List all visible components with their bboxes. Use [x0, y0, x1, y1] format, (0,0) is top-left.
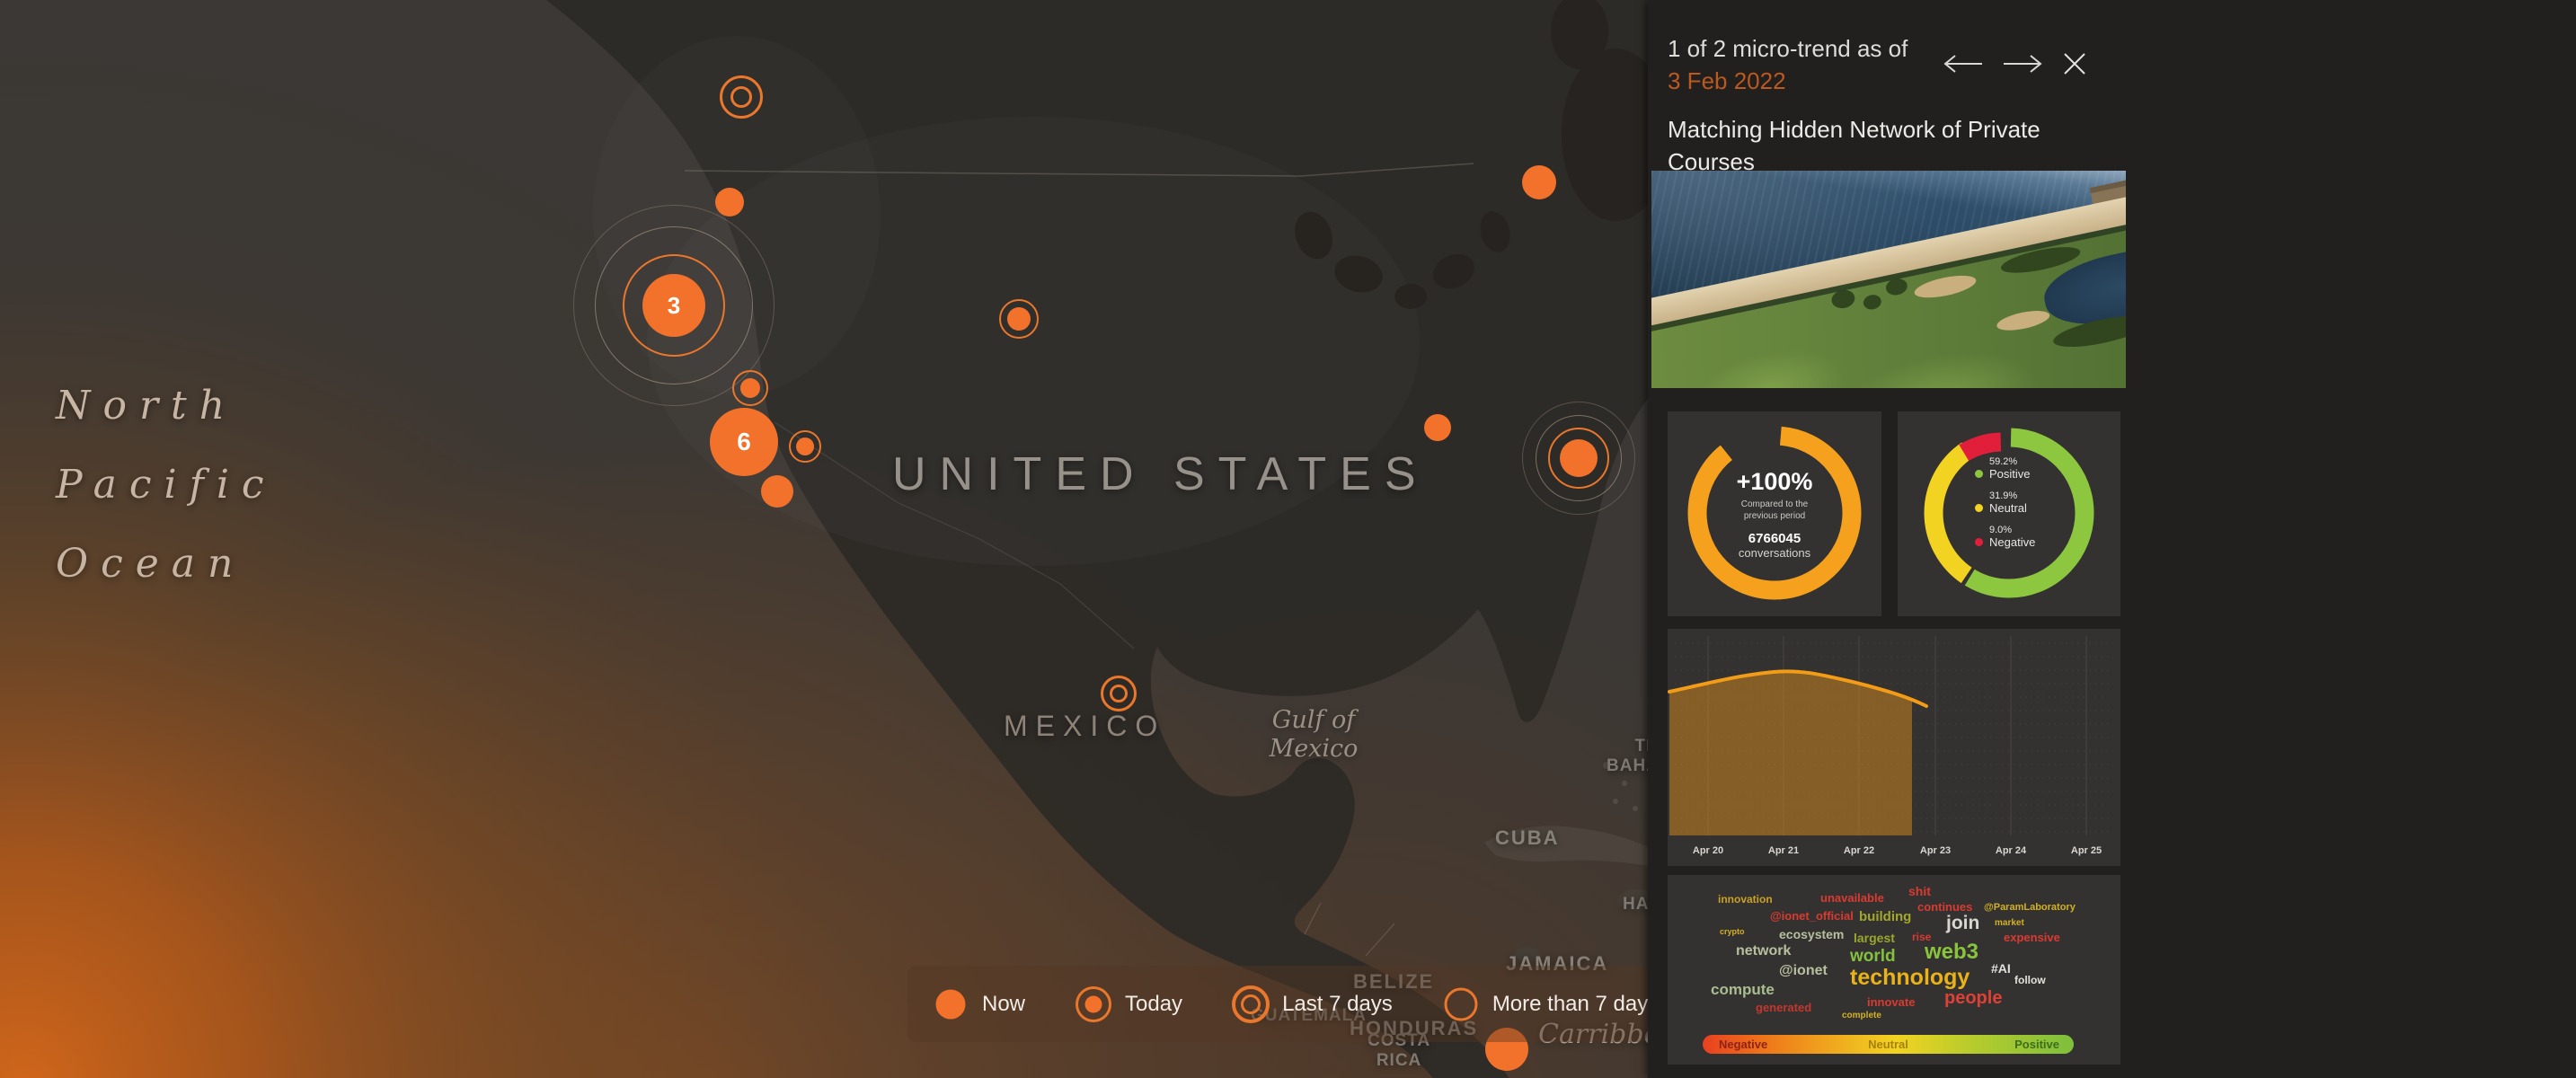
- trend-title: Matching Hidden Network of Private Cours…: [1668, 116, 2040, 175]
- arrow-right-icon: [2004, 55, 2042, 73]
- kpi-center-text: +100% Compared to the previous period 67…: [1668, 411, 1881, 616]
- x-axis-label: Apr 25: [2071, 845, 2102, 856]
- word-cloud-card: innovation unavailable shit continues @Param…: [1668, 875, 2120, 1065]
- scale-positive-label: Positive: [2014, 1038, 2059, 1051]
- legend-item-last7[interactable]: Last 7 days: [1231, 985, 1393, 1024]
- legend-dot-icon: [1975, 504, 1983, 512]
- trend-photo: [1651, 171, 2126, 388]
- prev-trend-button[interactable]: [1943, 53, 1984, 77]
- x-axis-label: Apr 22: [1844, 845, 1874, 856]
- map-art: [0, 0, 1648, 1078]
- cloud-word[interactable]: world: [1850, 947, 1896, 967]
- map-legend: Now Today Last 7 days More than 7 days ago: [907, 966, 1648, 1042]
- sentiment-card: 59.2% Positive 31.9% Neutral 9.0% Negative: [1898, 411, 2120, 616]
- legend-items: Now Today Last 7 days More than 7 days ago: [931, 985, 1648, 1024]
- kpi-caption-2: previous period: [1743, 511, 1806, 521]
- legend-now-icon: [931, 985, 970, 1024]
- cloud-word[interactable]: generated: [1756, 1001, 1811, 1014]
- jamaica-island: [1514, 947, 1541, 961]
- cloud-word[interactable]: building: [1859, 909, 1911, 924]
- trend-chart-card: Apr 20 Apr 21 Apr 22 Apr 23 Apr 24 Apr 25: [1668, 629, 2120, 866]
- pagination-text: 1 of 2 micro-trend as of: [1668, 35, 1908, 62]
- kpi-conversation-count: 6766045: [1748, 531, 1801, 546]
- panel-header: 1 of 2 micro-trend as of 3 Feb 2022: [1668, 32, 1908, 97]
- close-icon: [2064, 53, 2085, 75]
- cloud-word[interactable]: innovate: [1867, 995, 1915, 1009]
- kpi-count-label: conversations: [1738, 546, 1811, 560]
- kpi-caption-1: Compared to the: [1740, 499, 1809, 509]
- cloud-word[interactable]: network: [1736, 943, 1791, 959]
- app-root: North Pacific Ocean UNITED STATES MEXICO Gulf…: [0, 0, 2576, 1078]
- cloud-word[interactable]: largest: [1854, 931, 1895, 945]
- trend-date: 3 Feb 2022: [1668, 67, 1786, 94]
- legend-item-now[interactable]: Now: [931, 985, 1025, 1024]
- cloud-word[interactable]: compute: [1711, 981, 1775, 999]
- legend-item-today[interactable]: Today: [1074, 985, 1182, 1024]
- cloud-word[interactable]: ecosystem: [1779, 927, 1844, 941]
- legend-item-older[interactable]: More than 7 days ago: [1441, 985, 1648, 1024]
- panel-nav: [1943, 50, 2088, 80]
- cloud-word[interactable]: #AI: [1991, 961, 2011, 976]
- legend-older-icon: [1441, 985, 1481, 1024]
- kpi-card: +100% Compared to the previous period 67…: [1668, 411, 1881, 616]
- cloud-word[interactable]: web3: [1925, 940, 1978, 965]
- cloud-word[interactable]: technology: [1850, 965, 1970, 991]
- scale-neutral-label: Neutral: [1868, 1038, 1908, 1051]
- cloud-word[interactable]: follow: [2014, 974, 2046, 986]
- cloud-word[interactable]: expensive: [2004, 931, 2060, 944]
- x-axis-label: Apr 24: [1996, 845, 2027, 856]
- sentiment-legend-row: 31.9% Neutral: [1975, 490, 2035, 515]
- cloud-word[interactable]: crypto: [1720, 927, 1745, 936]
- x-axis-label: Apr 21: [1768, 845, 1799, 856]
- legend-today-icon: [1074, 985, 1113, 1024]
- sentiment-legend: 59.2% Positive 31.9% Neutral 9.0% Negative: [1975, 456, 2035, 559]
- cloud-word[interactable]: unavailable: [1820, 891, 1884, 905]
- cloud-word[interactable]: shit: [1908, 884, 1931, 898]
- cloud-word[interactable]: @ionet_official: [1770, 909, 1854, 923]
- cloud-word[interactable]: market: [1995, 918, 2024, 928]
- legend-last7-icon: [1231, 985, 1270, 1024]
- scale-negative-label: Negative: [1719, 1038, 1768, 1051]
- x-axis-label: Apr 23: [1920, 845, 1951, 856]
- cloud-word[interactable]: @ParamLaboratory: [1984, 902, 2076, 913]
- legend-dot-icon: [1975, 538, 1983, 546]
- cloud-word[interactable]: people: [1944, 988, 2002, 1009]
- x-axis-label: Apr 20: [1693, 845, 1723, 856]
- trend-panel: 1 of 2 micro-trend as of 3 Feb 2022 Matc…: [1648, 0, 2576, 1078]
- legend-dot-icon: [1975, 470, 1983, 478]
- cloud-word[interactable]: innovation: [1718, 893, 1773, 906]
- area-fill: [1669, 671, 1912, 835]
- cloud-word[interactable]: complete: [1842, 1011, 1881, 1021]
- cloud-word[interactable]: @ionet: [1779, 963, 1828, 979]
- arrow-left-icon: [1943, 55, 1982, 73]
- area-chart: Apr 20 Apr 21 Apr 22 Apr 23 Apr 24 Apr 25: [1668, 636, 2113, 856]
- map-canvas[interactable]: North Pacific Ocean UNITED STATES MEXICO Gulf…: [0, 0, 1648, 1078]
- close-panel-button[interactable]: [2061, 50, 2088, 80]
- next-trend-button[interactable]: [2002, 53, 2043, 77]
- sentiment-legend-row: 9.0% Negative: [1975, 525, 2035, 549]
- cloud-word[interactable]: join: [1946, 913, 1979, 934]
- kpi-value: +100%: [1736, 468, 1813, 495]
- sentiment-scale-bar: Negative Neutral Positive: [1703, 1035, 2074, 1054]
- cloud-word[interactable]: continues: [1917, 900, 1972, 914]
- sentiment-legend-row: 59.2% Positive: [1975, 456, 2035, 481]
